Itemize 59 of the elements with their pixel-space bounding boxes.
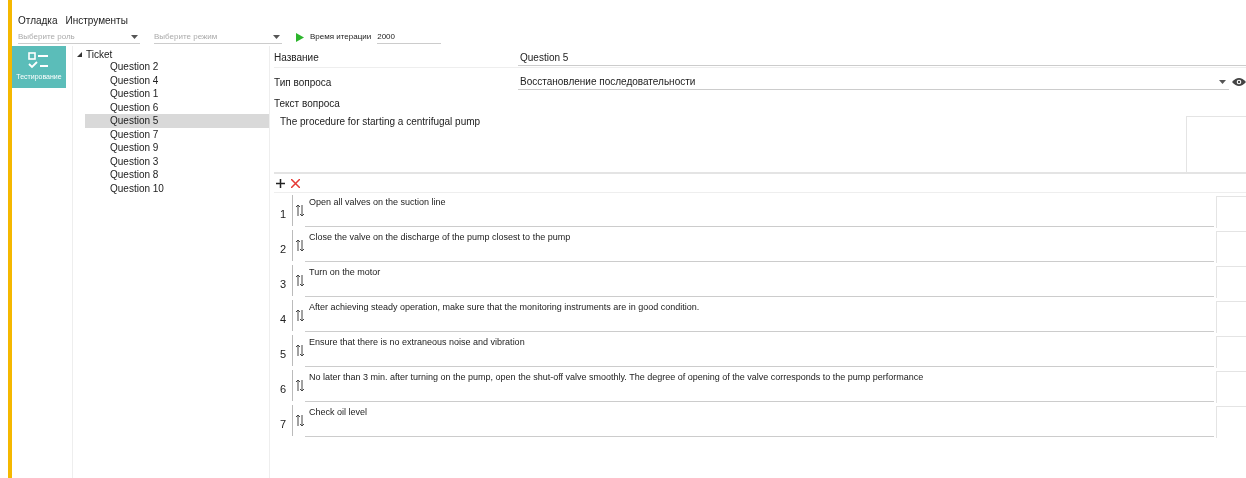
answer-side-field[interactable]: [1216, 196, 1246, 228]
answer-number: 2: [280, 241, 288, 257]
add-icon[interactable]: [276, 178, 285, 188]
answer-number: 7: [280, 416, 288, 432]
field-label: Тип вопроса: [274, 75, 333, 90]
answer-number: 5: [280, 346, 288, 362]
tree-item[interactable]: Ticket: [86, 46, 113, 62]
sort-arrows-icon[interactable]: [295, 413, 305, 427]
answer-number: 4: [280, 311, 288, 327]
answer-text-field[interactable]: After achieving steady operation, make sure that the monitoring instruments are in good condition.: [305, 298, 1214, 332]
tree-item[interactable]: Question 7: [85, 127, 269, 141]
answer-text-field[interactable]: Check oil level: [305, 403, 1214, 437]
name-field[interactable]: Question 5: [518, 49, 1246, 66]
field-label: Название: [274, 51, 320, 65]
checklist-icon: [28, 51, 50, 70]
tree-item[interactable]: Question 8: [85, 168, 269, 182]
close-icon[interactable]: [291, 178, 300, 188]
tree-item[interactable]: Question 9: [85, 141, 269, 155]
answer-number: 6: [280, 381, 288, 397]
answer-side-field[interactable]: [1216, 406, 1246, 438]
eye-icon[interactable]: [1232, 77, 1246, 87]
sort-arrows-icon[interactable]: [295, 378, 305, 392]
tree-item[interactable]: Question 5: [85, 114, 269, 128]
question-text-area[interactable]: The procedure for starting a centrifugal pump: [274, 112, 1246, 174]
field-label: Текст вопроса: [274, 97, 341, 111]
dropdown-caret-icon: [1219, 79, 1226, 84]
answer-side-field[interactable]: [1216, 301, 1246, 333]
menu-item[interactable]: Инструменты: [65, 12, 128, 28]
tree-item[interactable]: Question 3: [85, 154, 269, 168]
answer-side-field[interactable]: [1216, 266, 1246, 298]
menu-item[interactable]: Отладка: [18, 12, 58, 28]
tree-item[interactable]: Question 2: [85, 60, 269, 74]
sort-arrows-icon[interactable]: [295, 343, 305, 357]
expand-triangle-icon[interactable]: [77, 51, 82, 57]
answer-text-field[interactable]: No later than 3 min. after turning on the pump, open the shut-off valve smoothly. The degree of opening of the valve corresponds to the pump performance: [305, 368, 1214, 402]
answer-number: 1: [280, 206, 288, 222]
question-type-select[interactable]: Восстановление последовательности: [518, 74, 1229, 90]
dropdown-caret-icon: [273, 34, 280, 39]
answer-side-field[interactable]: [1216, 371, 1246, 403]
answer-side-field[interactable]: [1216, 231, 1246, 263]
tree-item[interactable]: Question 4: [85, 73, 269, 87]
dropdown-caret-icon: [131, 34, 138, 39]
answer-number: 3: [280, 276, 288, 292]
answer-side-field[interactable]: [1216, 336, 1246, 368]
sort-arrows-icon[interactable]: [295, 273, 305, 287]
answer-text-field[interactable]: Close the valve on the discharge of the pump closest to the pump: [305, 228, 1214, 262]
tree-item[interactable]: Question 10: [85, 181, 269, 195]
play-icon[interactable]: [296, 32, 304, 42]
side-field[interactable]: [1186, 116, 1246, 172]
tree-item[interactable]: Question 6: [85, 100, 269, 114]
sort-arrows-icon[interactable]: [295, 238, 305, 252]
answer-text-field[interactable]: Turn on the motor: [305, 263, 1214, 297]
iteration-label: Время итерации: [310, 31, 372, 43]
sort-arrows-icon[interactable]: [295, 308, 305, 322]
sort-arrows-icon[interactable]: [295, 203, 305, 217]
iteration-field[interactable]: 2000: [377, 30, 442, 44]
tree-item[interactable]: Question 1: [85, 87, 269, 101]
answer-text-field[interactable]: Ensure that there is no extraneous noise and vibration: [305, 333, 1214, 367]
answer-text-field[interactable]: Open all valves on the suction line: [305, 193, 1214, 227]
